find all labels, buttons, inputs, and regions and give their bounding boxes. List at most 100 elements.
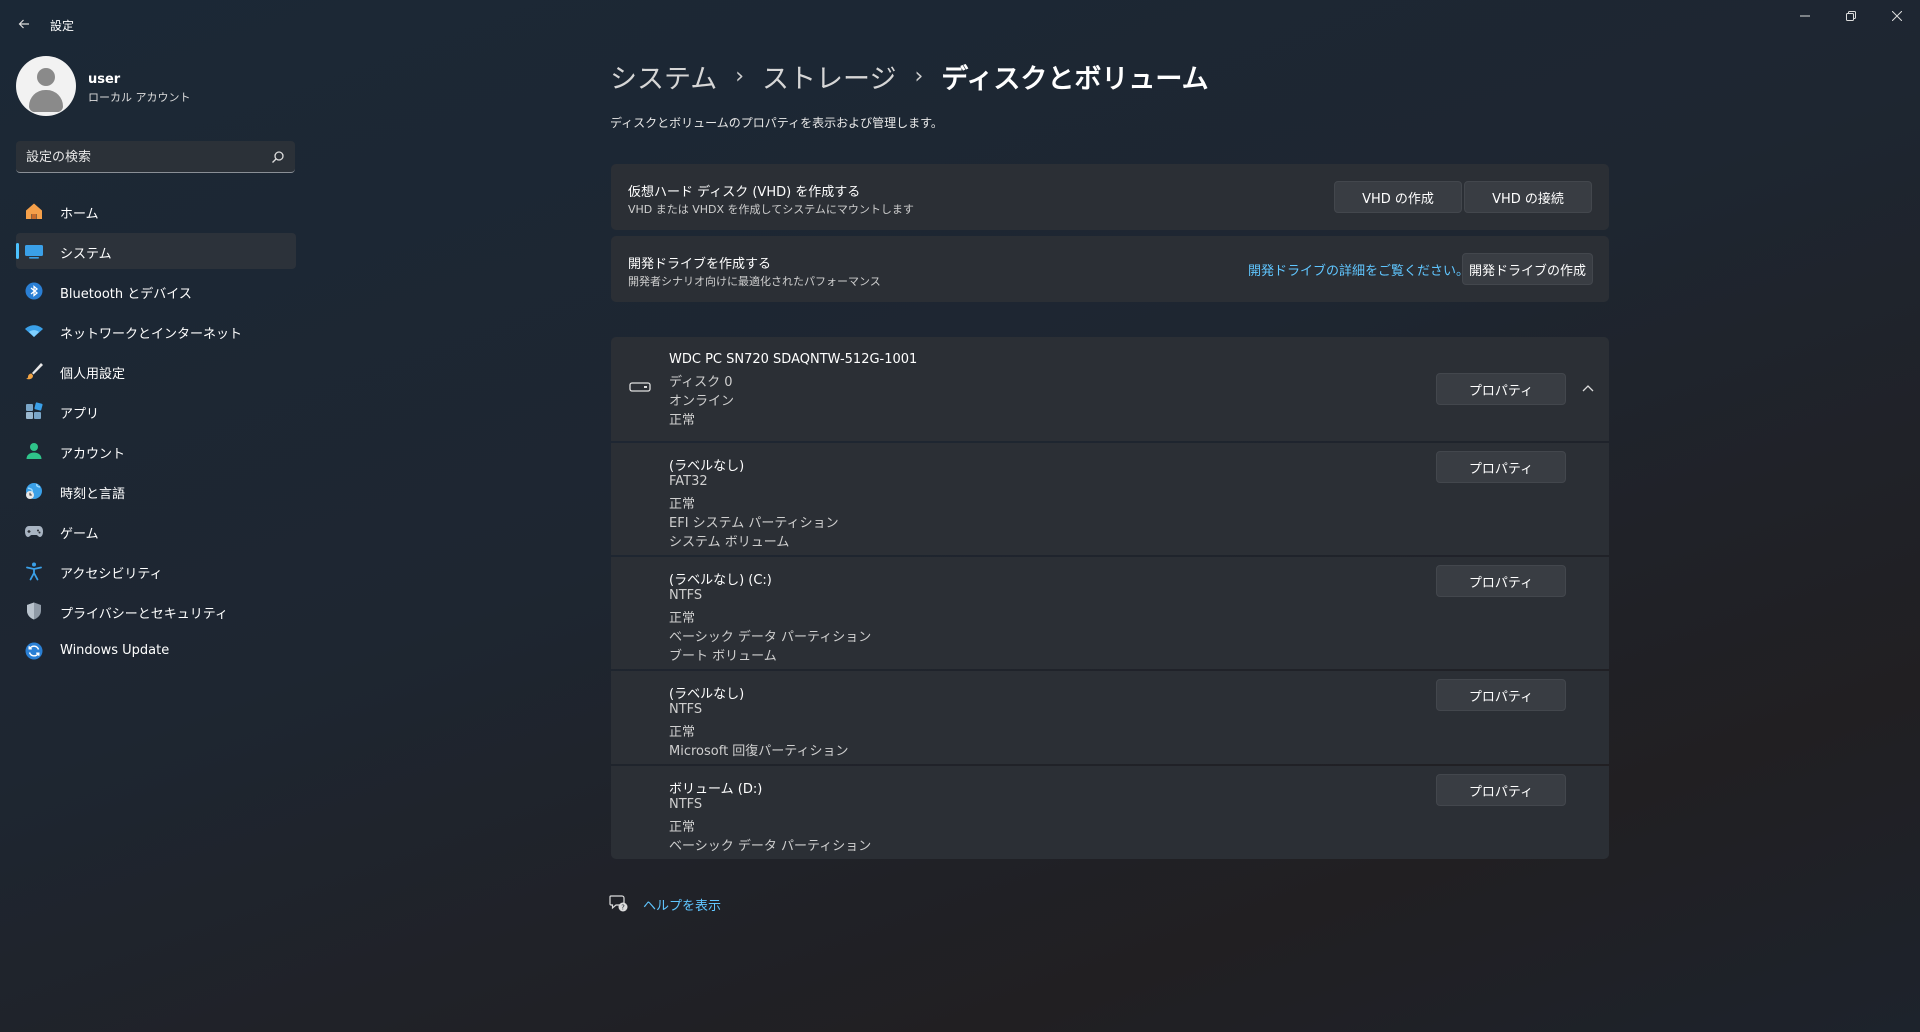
brush-icon: [24, 361, 44, 381]
volume-filesystem: NTFS: [669, 702, 703, 717]
breadcrumb-storage[interactable]: ストレージ: [762, 57, 896, 96]
dev-drive-card: 開発ドライブを作成する 開発者シナリオ向けに最適化されたパフォーマンス 開発ドラ…: [611, 236, 1609, 302]
volume-label: (ラベルなし) (C:): [669, 573, 772, 588]
profile-name: user: [88, 72, 121, 87]
volume-properties-button[interactable]: プロパティ: [1436, 679, 1566, 711]
settings-search: [16, 141, 295, 173]
update-icon: [24, 641, 44, 661]
sidebar-item-home[interactable]: ホーム: [16, 193, 296, 229]
vhd-card-title: 仮想ハード ディスク (VHD) を作成する: [628, 185, 861, 200]
volume-label: (ラベルなし): [669, 687, 745, 702]
dev-drive-learn-more-link[interactable]: 開発ドライブの詳細をご覧ください。: [1248, 260, 1469, 279]
apps-icon: [24, 401, 44, 421]
sidebar-item-label: 個人用設定: [60, 367, 126, 382]
sidebar-item-label: ゲーム: [60, 527, 99, 542]
sidebar-item-label: アプリ: [60, 407, 100, 422]
disk-header: WDC PC SN720 SDAQNTW-512G-1001 ディスク 0 オン…: [611, 337, 1609, 441]
sidebar-item-privacy-security[interactable]: プライバシーとセキュリティ: [16, 593, 296, 629]
drive-icon: [629, 382, 651, 392]
account-icon: [24, 441, 44, 461]
volume-row: (ラベルなし) NTFS 正常 Microsoft 回復パーティション プロパテ…: [611, 671, 1609, 764]
page-title: ディスクとボリューム: [941, 63, 1209, 95]
breadcrumb-chevron-icon: ›: [914, 63, 924, 89]
volume-partition-type: ベーシック データ パーティション: [669, 630, 872, 645]
title-bar: 設定: [0, 0, 1920, 48]
sidebar-item-gaming[interactable]: ゲーム: [16, 513, 296, 549]
sidebar-item-label: ホーム: [60, 207, 99, 222]
sidebar-item-label: システム: [60, 247, 112, 262]
volume-properties-button[interactable]: プロパティ: [1436, 565, 1566, 597]
volume-partition-type: EFI システム パーティション: [669, 516, 839, 531]
disk-health: 正常: [669, 413, 696, 428]
help-icon: ?: [609, 895, 628, 912]
attach-vhd-button[interactable]: VHD の接続: [1464, 181, 1592, 213]
restore-icon: [1846, 11, 1856, 21]
gamepad-icon: [24, 521, 44, 541]
volume-filesystem: NTFS: [669, 588, 703, 603]
sidebar-item-label: アカウント: [60, 447, 126, 462]
create-vhd-button[interactable]: VHD の作成: [1334, 181, 1462, 213]
close-button[interactable]: [1874, 0, 1920, 32]
volume-row: (ラベルなし) FAT32 正常 EFI システム パーティション システム ボ…: [611, 443, 1609, 555]
sidebar-item-label: ネットワークとインターネット: [60, 327, 243, 342]
user-profile[interactable]: user ローカル アカウント: [16, 56, 296, 120]
get-help-link[interactable]: ヘルプを表示: [643, 895, 721, 914]
sidebar-item-windows-update[interactable]: Windows Update: [16, 633, 296, 669]
back-button[interactable]: [10, 10, 38, 38]
svg-text:?: ?: [621, 904, 625, 912]
sidebar-item-label: プライバシーとセキュリティ: [60, 607, 228, 622]
minimize-button[interactable]: [1782, 0, 1828, 32]
sidebar-item-time-language[interactable]: 時刻と言語: [16, 473, 296, 509]
profile-account-type: ローカル アカウント: [88, 91, 191, 104]
restore-button[interactable]: [1828, 0, 1874, 32]
sidebar-item-label: 時刻と言語: [60, 487, 126, 502]
close-icon: [1892, 11, 1902, 21]
volume-status: 正常: [669, 611, 696, 626]
breadcrumb-system[interactable]: システム: [610, 57, 717, 96]
volume-properties-button[interactable]: プロパティ: [1436, 774, 1566, 806]
system-icon: [24, 241, 44, 261]
accessibility-icon: [24, 561, 44, 581]
volume-role: ブート ボリューム: [669, 649, 777, 664]
home-icon: [24, 201, 44, 221]
sidebar-item-label: Windows Update: [60, 643, 170, 658]
minimize-icon: [1800, 15, 1810, 17]
sidebar-item-network[interactable]: ネットワークとインターネット: [16, 313, 296, 349]
disk-status: オンライン: [669, 394, 735, 409]
globe-clock-icon: [24, 481, 44, 501]
disk-number: ディスク 0: [669, 375, 733, 390]
volume-properties-button[interactable]: プロパティ: [1436, 451, 1566, 483]
sidebar-item-apps[interactable]: アプリ: [16, 393, 296, 429]
app-title: 設定: [50, 19, 75, 33]
search-input[interactable]: [26, 147, 256, 167]
search-icon[interactable]: [271, 150, 285, 164]
disk-properties-button[interactable]: プロパティ: [1436, 373, 1566, 405]
volume-status: 正常: [669, 820, 696, 835]
volume-label: (ラベルなし): [669, 459, 745, 474]
volume-row: ボリューム (D:) NTFS 正常 ベーシック データ パーティション プロパ…: [611, 766, 1609, 859]
volume-status: 正常: [669, 497, 696, 512]
help-section: ? ヘルプを表示: [609, 891, 721, 915]
sidebar-nav: ホーム システム Bluetooth とデバイス ネットワークとインターネット …: [16, 193, 296, 673]
sidebar-item-accessibility[interactable]: アクセシビリティ: [16, 553, 296, 589]
wifi-icon: [24, 321, 44, 341]
sidebar-item-label: アクセシビリティ: [60, 567, 163, 582]
create-dev-drive-button[interactable]: 開発ドライブの作成: [1462, 253, 1593, 285]
page-description: ディスクとボリュームのプロパティを表示および管理します。: [610, 116, 943, 130]
volume-role: システム ボリューム: [669, 535, 790, 550]
volume-partition-type: ベーシック データ パーティション: [669, 839, 872, 854]
volume-filesystem: FAT32: [669, 474, 708, 489]
sidebar-item-label: Bluetooth とデバイス: [60, 287, 192, 302]
sidebar-item-accounts[interactable]: アカウント: [16, 433, 296, 469]
sidebar-item-bluetooth[interactable]: Bluetooth とデバイス: [16, 273, 296, 309]
shield-icon: [24, 601, 44, 621]
sidebar-item-personalization[interactable]: 個人用設定: [16, 353, 296, 389]
vhd-card: 仮想ハード ディスク (VHD) を作成する VHD または VHDX を作成し…: [611, 164, 1609, 230]
back-arrow-icon: [18, 19, 29, 29]
sidebar-item-system[interactable]: システム: [16, 233, 296, 269]
disk-panel: WDC PC SN720 SDAQNTW-512G-1001 ディスク 0 オン…: [611, 337, 1609, 859]
bluetooth-icon: [24, 281, 44, 301]
volume-label: ボリューム (D:): [669, 782, 763, 797]
breadcrumb-chevron-icon: ›: [735, 63, 745, 89]
chevron-up-icon[interactable]: [1581, 383, 1595, 393]
